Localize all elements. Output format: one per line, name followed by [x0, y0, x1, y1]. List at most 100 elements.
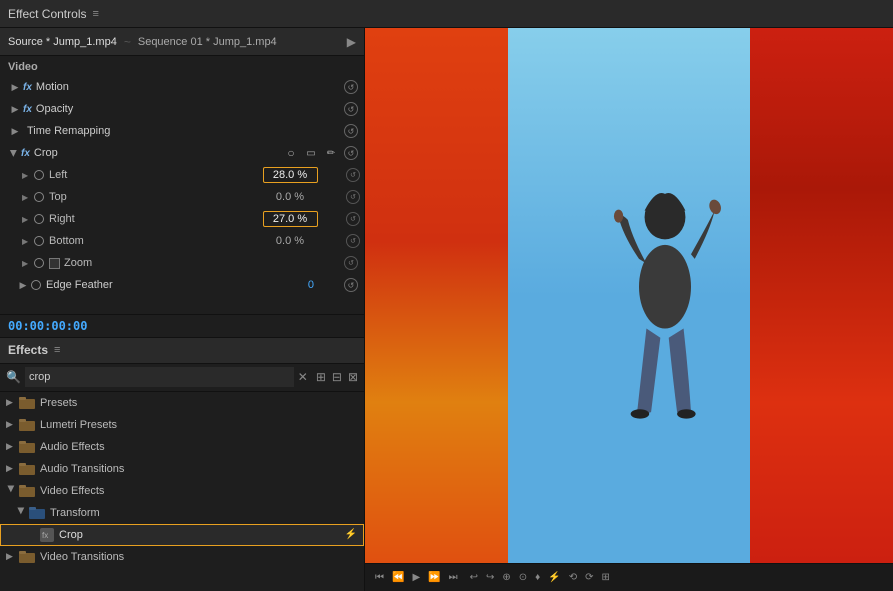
param-value-bottom[interactable]: 0.0 %: [263, 235, 318, 247]
effect-row-time-remapping[interactable]: Time Remapping ↺: [0, 120, 364, 142]
param-circle-feather[interactable]: [31, 280, 41, 290]
tree-item-video-transitions[interactable]: ▶ Video Transitions: [0, 546, 364, 568]
tree-item-crop-effect[interactable]: fx Crop ⚡: [0, 524, 364, 546]
ctrl-btn-export[interactable]: ⚡: [546, 570, 562, 585]
ctrl-btn-play[interactable]: ▶: [410, 570, 422, 585]
ctrl-btn-mark-out[interactable]: ♦: [533, 570, 542, 585]
param-reset-right[interactable]: ↺: [340, 212, 360, 226]
ctrl-btn-undo[interactable]: ⟲: [567, 570, 579, 585]
param-right-label-group: ▶ Right: [22, 213, 270, 225]
param-value-top[interactable]: 0.0 %: [263, 191, 318, 203]
folder-icon-audio-transitions: [19, 462, 35, 475]
search-clear-btn[interactable]: ✕: [298, 370, 308, 384]
search-btn-2[interactable]: ⊟: [332, 370, 342, 384]
param-row-top: ▶ Top 0.0 % ↺: [0, 186, 364, 208]
expand-arrow-edge-feather[interactable]: [18, 280, 28, 290]
param-circle-left[interactable]: [34, 170, 44, 180]
ctrl-btn-mark-in[interactable]: ⊙: [517, 570, 529, 585]
param-value-left[interactable]: 28.0 %: [263, 167, 318, 183]
reset-icon-time-remap[interactable]: ↺: [344, 124, 358, 138]
expand-arrow-time-remap[interactable]: [10, 126, 20, 136]
tree-arrow-transform[interactable]: ▶: [16, 508, 27, 518]
search-bar: 🔍 ✕ ⊞ ⊟ ⊠: [0, 364, 364, 392]
reset-btn-left[interactable]: ↺: [346, 168, 360, 182]
effect-row-edge-feather[interactable]: Edge Feather 0 ↺: [0, 274, 364, 296]
effects-menu-icon[interactable]: ≡: [54, 344, 60, 356]
expand-arrow-opacity[interactable]: [10, 104, 20, 114]
tree-arrow-video-effects[interactable]: ▶: [6, 486, 17, 496]
video-preview: [365, 28, 893, 563]
ctrl-btn-loop[interactable]: ↩: [468, 570, 480, 585]
ctrl-btn-settings[interactable]: ⊞: [600, 570, 612, 585]
ctrl-btn-to-out[interactable]: ⏭: [447, 570, 460, 585]
tree-item-video-effects[interactable]: ▶ Video Effects: [0, 480, 364, 502]
source-tab-1[interactable]: Source * Jump_1.mp4: [8, 36, 117, 48]
folder-icon-video-transitions: [19, 550, 35, 563]
param-circle-bottom[interactable]: [34, 236, 44, 246]
param-reset-top[interactable]: ↺: [340, 190, 360, 204]
reset-icon-opacity[interactable]: ↺: [344, 102, 358, 116]
search-btn-1[interactable]: ⊞: [316, 370, 326, 384]
timecode-display[interactable]: 00:00:00:00: [8, 319, 87, 333]
tree-arrow-presets[interactable]: ▶: [6, 397, 16, 408]
source-arrow[interactable]: ▶: [347, 35, 356, 49]
param-reset-left[interactable]: ↺: [340, 168, 360, 182]
tree-item-audio-effects[interactable]: ▶ Audio Effects: [0, 436, 364, 458]
tree-arrow-video-transitions[interactable]: ▶: [6, 551, 16, 562]
param-value-area-bottom[interactable]: 0.0 %: [270, 235, 340, 247]
tree-item-presets[interactable]: ▶ Presets: [0, 392, 364, 414]
effect-row-motion[interactable]: fx Motion ↺: [0, 76, 364, 98]
param-value-area-left[interactable]: 28.0 %: [270, 167, 340, 183]
source-tab-2[interactable]: Sequence 01 * Jump_1.mp4: [138, 36, 277, 48]
tree-label-lumetri: Lumetri Presets: [40, 419, 358, 431]
source-bar: Source * Jump_1.mp4 ~ Sequence 01 * Jump…: [0, 28, 364, 56]
param-circle-top[interactable]: [34, 192, 44, 202]
accelerate-icon-crop: ⚡: [345, 529, 357, 540]
panel-menu-icon[interactable]: ≡: [92, 8, 98, 20]
reset-icon-edge-feather[interactable]: ↺: [344, 278, 358, 292]
param-expand-bottom[interactable]: ▶: [22, 237, 32, 246]
reset-btn-right[interactable]: ↺: [346, 212, 360, 226]
ctrl-btn-step-back[interactable]: ⏪: [390, 570, 406, 585]
reset-btn-bottom[interactable]: ↺: [346, 234, 360, 248]
param-top-label-group: ▶ Top: [22, 191, 270, 203]
tree-arrow-lumetri[interactable]: ▶: [6, 419, 16, 430]
reset-icon-motion[interactable]: ↺: [344, 80, 358, 94]
search-input[interactable]: [25, 367, 294, 387]
expand-arrow-crop[interactable]: [8, 148, 18, 158]
crop-rect-icon[interactable]: [304, 146, 318, 160]
param-expand-zoom[interactable]: ▶: [22, 259, 32, 268]
effect-row-crop[interactable]: fx Crop ↺: [0, 142, 364, 164]
tree-item-transform[interactable]: ▶ Transform: [0, 502, 364, 524]
ctrl-btn-to-in[interactable]: ⏮: [373, 570, 386, 585]
ctrl-btn-step-forward[interactable]: ⏩: [426, 570, 442, 585]
crop-pen-icon[interactable]: [324, 146, 338, 160]
param-expand-right[interactable]: ▶: [22, 215, 32, 224]
source-separator: ~: [124, 35, 131, 49]
param-expand-top[interactable]: ▶: [22, 193, 32, 202]
param-value-right[interactable]: 27.0 %: [263, 211, 318, 227]
crop-circle-icon[interactable]: [284, 146, 298, 160]
param-value-area-right[interactable]: 27.0 %: [270, 211, 340, 227]
ctrl-btn-redo[interactable]: ⟳: [583, 570, 595, 585]
tree-arrow-audio-effects[interactable]: ▶: [6, 441, 16, 452]
param-expand-left[interactable]: ▶: [22, 171, 32, 180]
reset-btn-top[interactable]: ↺: [346, 190, 360, 204]
param-circle-right[interactable]: [34, 214, 44, 224]
folder-icon-transform: [29, 506, 45, 519]
tree-item-audio-transitions[interactable]: ▶ Audio Transitions: [0, 458, 364, 480]
expand-arrow-motion[interactable]: [10, 82, 20, 92]
reset-icon-crop[interactable]: ↺: [344, 146, 358, 160]
reset-btn-zoom[interactable]: ↺: [344, 256, 358, 270]
param-reset-bottom[interactable]: ↺: [340, 234, 360, 248]
ctrl-btn-add-mark[interactable]: ⊕: [500, 570, 512, 585]
zoom-checkbox[interactable]: [49, 258, 60, 269]
tree-item-lumetri[interactable]: ▶ Lumetri Presets: [0, 414, 364, 436]
search-btn-3[interactable]: ⊠: [348, 370, 358, 384]
tree-arrow-audio-transitions[interactable]: ▶: [6, 463, 16, 474]
effect-row-opacity[interactable]: fx Opacity ↺: [0, 98, 364, 120]
edge-feather-value[interactable]: 0: [308, 279, 314, 291]
param-value-area-top[interactable]: 0.0 %: [270, 191, 340, 203]
ctrl-btn-loop2[interactable]: ↪: [484, 570, 496, 585]
param-circle-zoom[interactable]: [34, 258, 44, 268]
